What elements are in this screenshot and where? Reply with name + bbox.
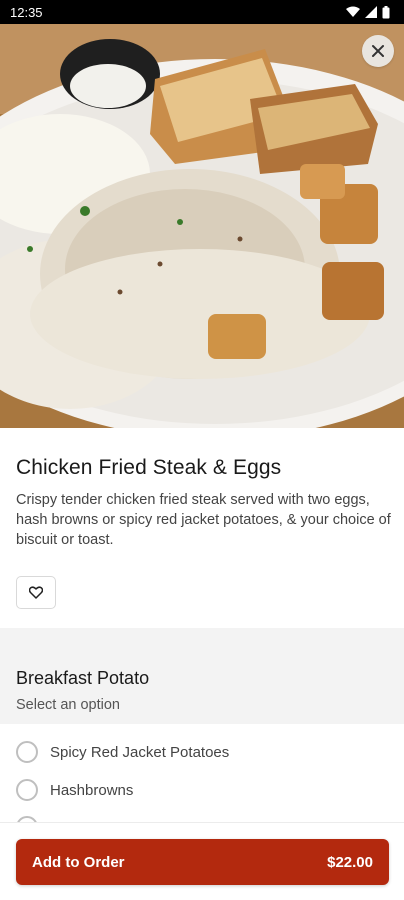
item-title: Chicken Fried Steak & Eggs bbox=[16, 456, 282, 479]
footer-bar: Add to Order $22.00 bbox=[0, 822, 404, 900]
radio-button[interactable] bbox=[16, 779, 38, 801]
close-button[interactable] bbox=[362, 35, 394, 67]
status-icons bbox=[346, 5, 390, 19]
option-spicy-red-jacket-potatoes[interactable]: Spicy Red Jacket Potatoes bbox=[0, 733, 404, 771]
item-description: Crispy tender chicken fried steak served… bbox=[16, 492, 391, 548]
modifier-group-subtitle: Select an option bbox=[16, 697, 120, 713]
close-icon bbox=[372, 45, 384, 57]
modifier-options: Spicy Red Jacket Potatoes Hashbrowns bbox=[0, 724, 404, 829]
wifi-icon bbox=[346, 6, 360, 17]
add-to-order-label: Add to Order bbox=[32, 853, 125, 871]
order-price: $22.00 bbox=[327, 853, 373, 871]
item-photo bbox=[0, 24, 404, 428]
radio-button[interactable] bbox=[16, 741, 38, 763]
item-details: Chicken Fried Steak & Eggs Crispy tender… bbox=[0, 428, 404, 609]
signal-icon bbox=[365, 6, 377, 18]
status-bar: 12:35 bbox=[0, 0, 404, 24]
option-label: Hashbrowns bbox=[50, 781, 134, 799]
favorite-button[interactable] bbox=[16, 576, 56, 609]
heart-icon bbox=[29, 586, 43, 599]
battery-icon bbox=[382, 5, 390, 18]
option-hashbrowns[interactable]: Hashbrowns bbox=[0, 771, 404, 809]
status-time: 12:35 bbox=[10, 4, 43, 20]
modifier-group-title: Breakfast Potato bbox=[16, 668, 150, 688]
add-to-order-button[interactable]: Add to Order $22.00 bbox=[16, 839, 389, 885]
option-label: Spicy Red Jacket Potatoes bbox=[50, 743, 230, 761]
